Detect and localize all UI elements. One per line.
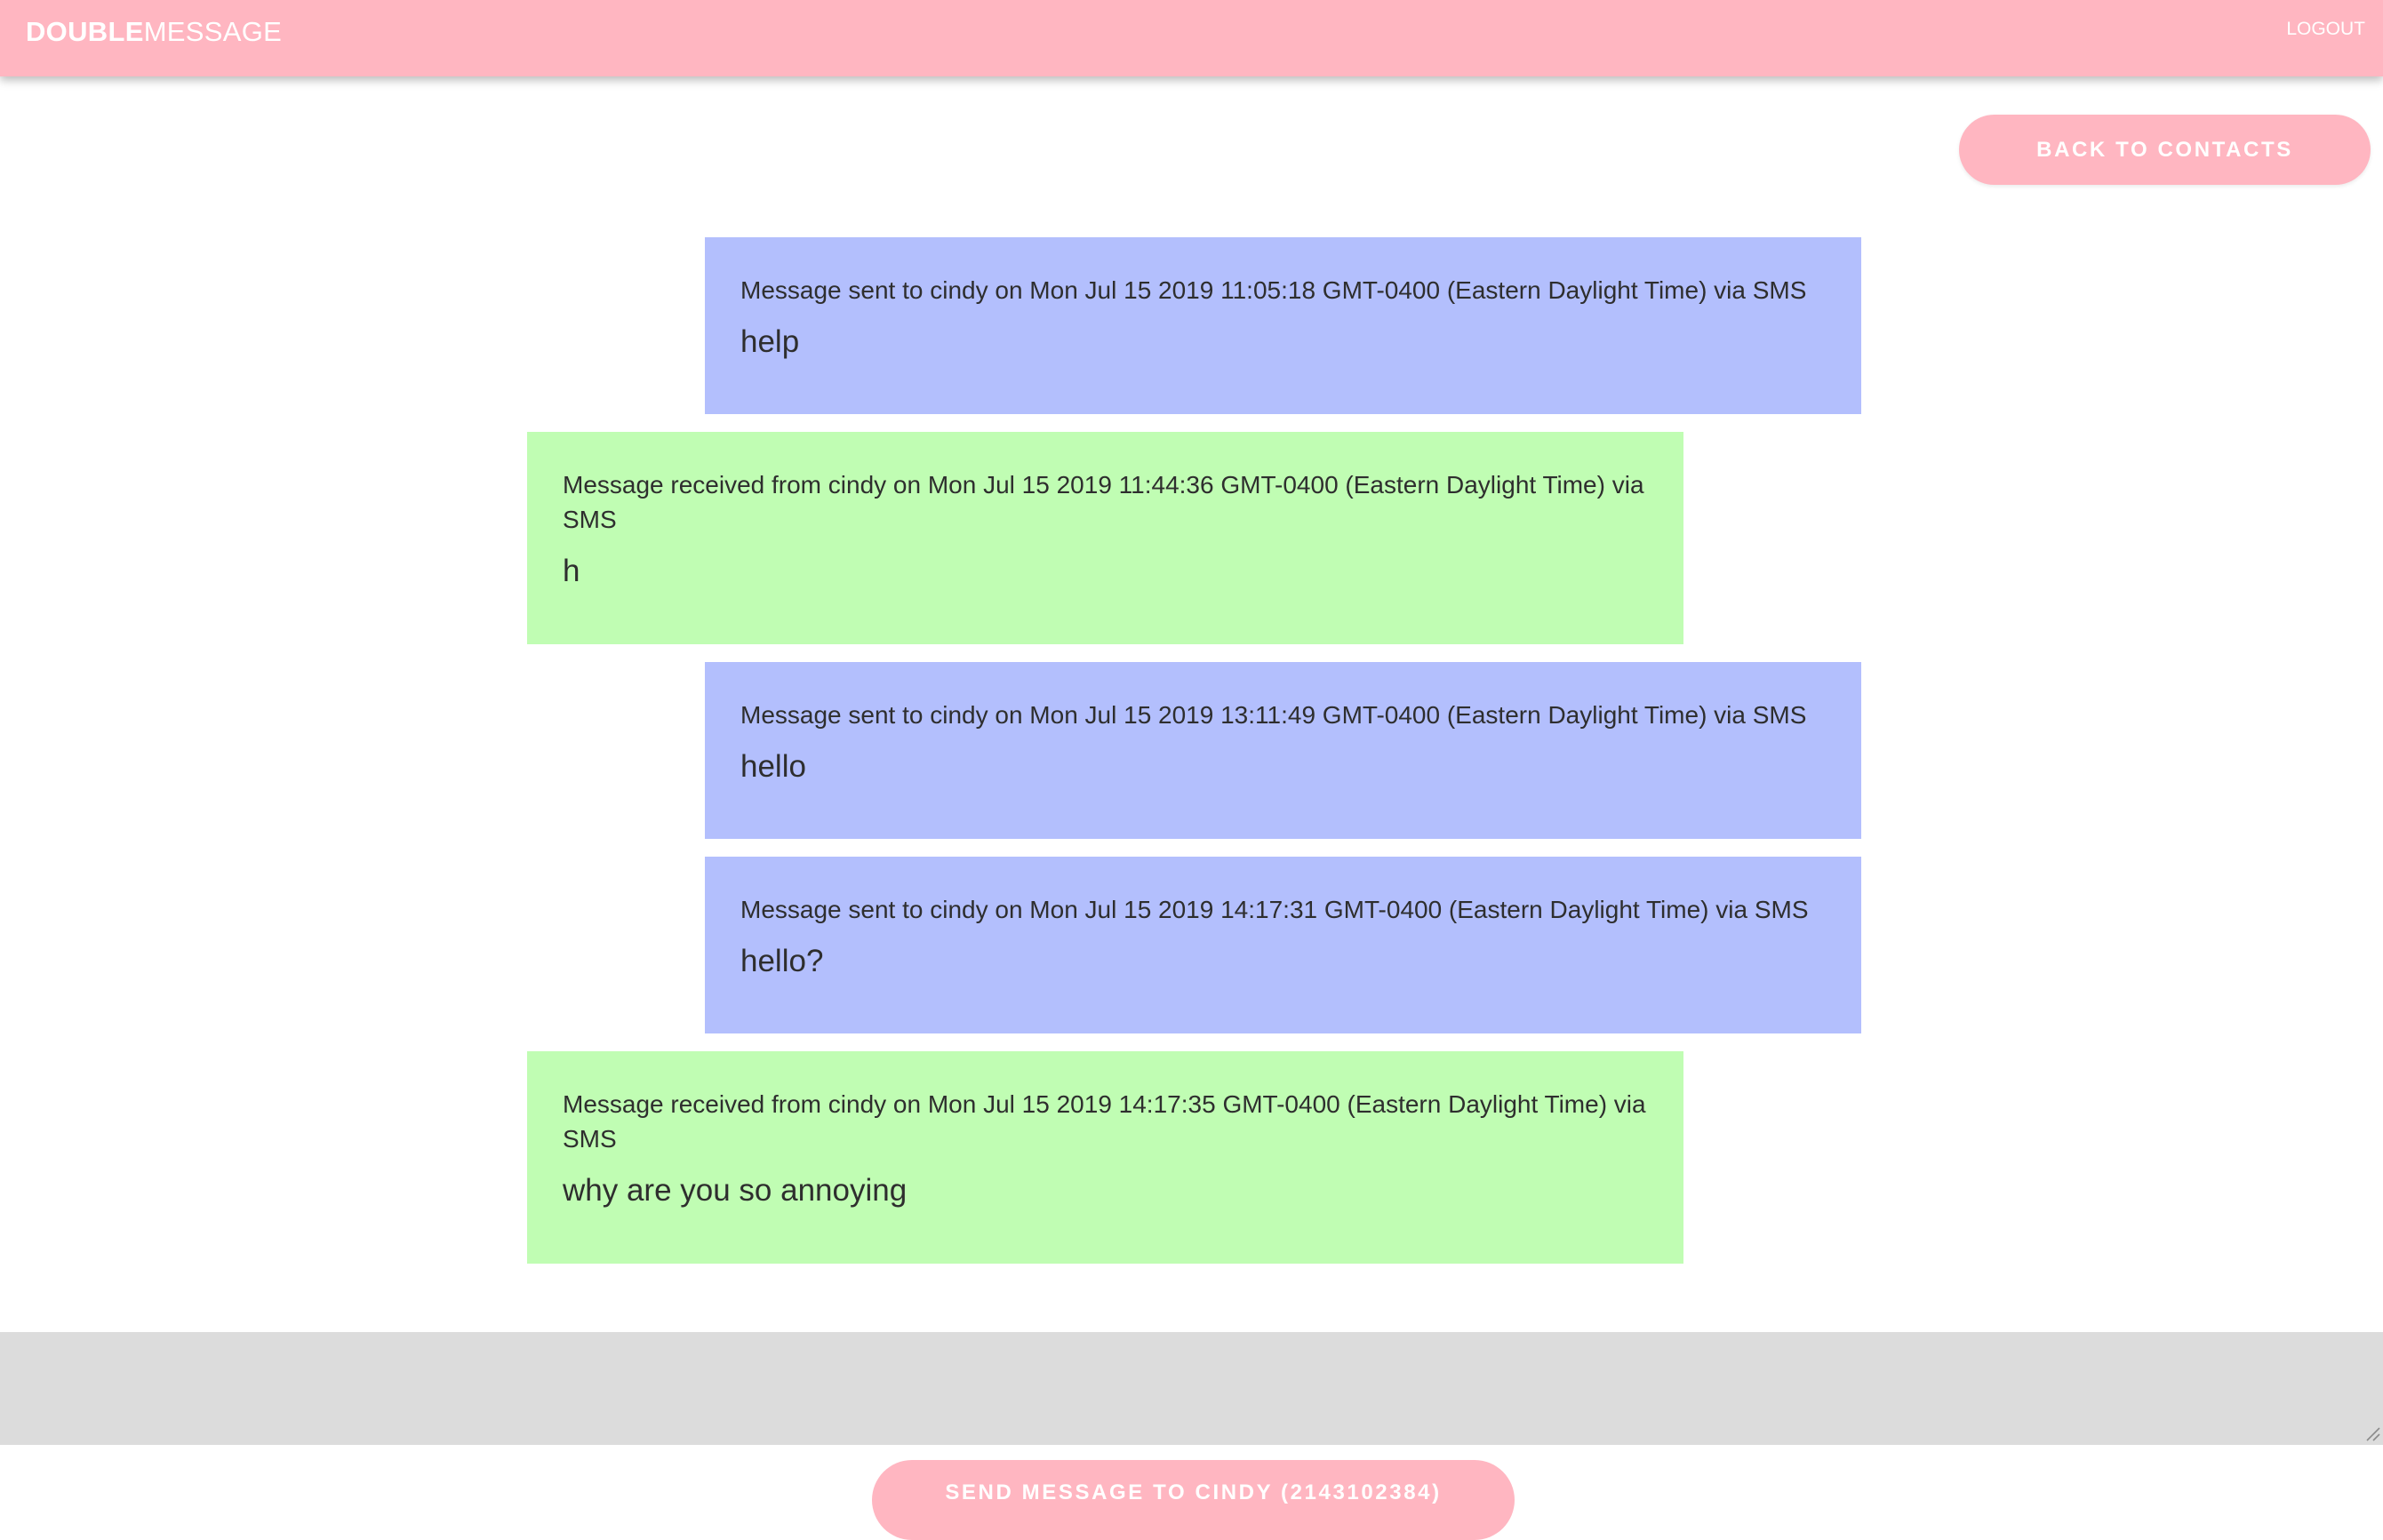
brand-logo[interactable]: DOUBLEMESSAGE: [26, 16, 282, 48]
message-bubble-sent: Message sent to cindy on Mon Jul 15 2019…: [705, 857, 1861, 1033]
navbar: DOUBLEMESSAGE LOGOUT: [0, 0, 2383, 76]
brand-logo-bold: DOUBLE: [26, 16, 144, 47]
message-body: why are you so annoying: [563, 1173, 908, 1208]
message-meta: Message received from cindy on Mon Jul 1…: [563, 471, 1644, 533]
message-meta: Message received from cindy on Mon Jul 1…: [563, 1090, 1646, 1153]
send-message-button[interactable]: SEND MESSAGE TO CINDY (2143102384): [872, 1460, 1515, 1540]
message-thread: Message sent to cindy on Mon Jul 15 2019…: [0, 0, 2383, 1333]
message-body: h: [563, 554, 580, 588]
message-bubble-received: Message received from cindy on Mon Jul 1…: [527, 1051, 1683, 1264]
message-body: hello?: [740, 944, 824, 978]
message-bubble-sent: Message sent to cindy on Mon Jul 15 2019…: [705, 662, 1861, 839]
message-body: hello: [740, 749, 806, 784]
message-compose-input[interactable]: [0, 1332, 2383, 1445]
message-meta: Message sent to cindy on Mon Jul 15 2019…: [740, 701, 1807, 729]
message-body: help: [740, 324, 800, 359]
logout-link[interactable]: LOGOUT: [2286, 19, 2365, 40]
brand-logo-light: MESSAGE: [143, 16, 283, 47]
message-meta: Message sent to cindy on Mon Jul 15 2019…: [740, 276, 1807, 304]
message-bubble-sent: Message sent to cindy on Mon Jul 15 2019…: [705, 237, 1861, 414]
message-bubble-received: Message received from cindy on Mon Jul 1…: [527, 432, 1683, 644]
resize-grip-icon[interactable]: [2364, 1425, 2380, 1441]
message-meta: Message sent to cindy on Mon Jul 15 2019…: [740, 896, 1809, 923]
